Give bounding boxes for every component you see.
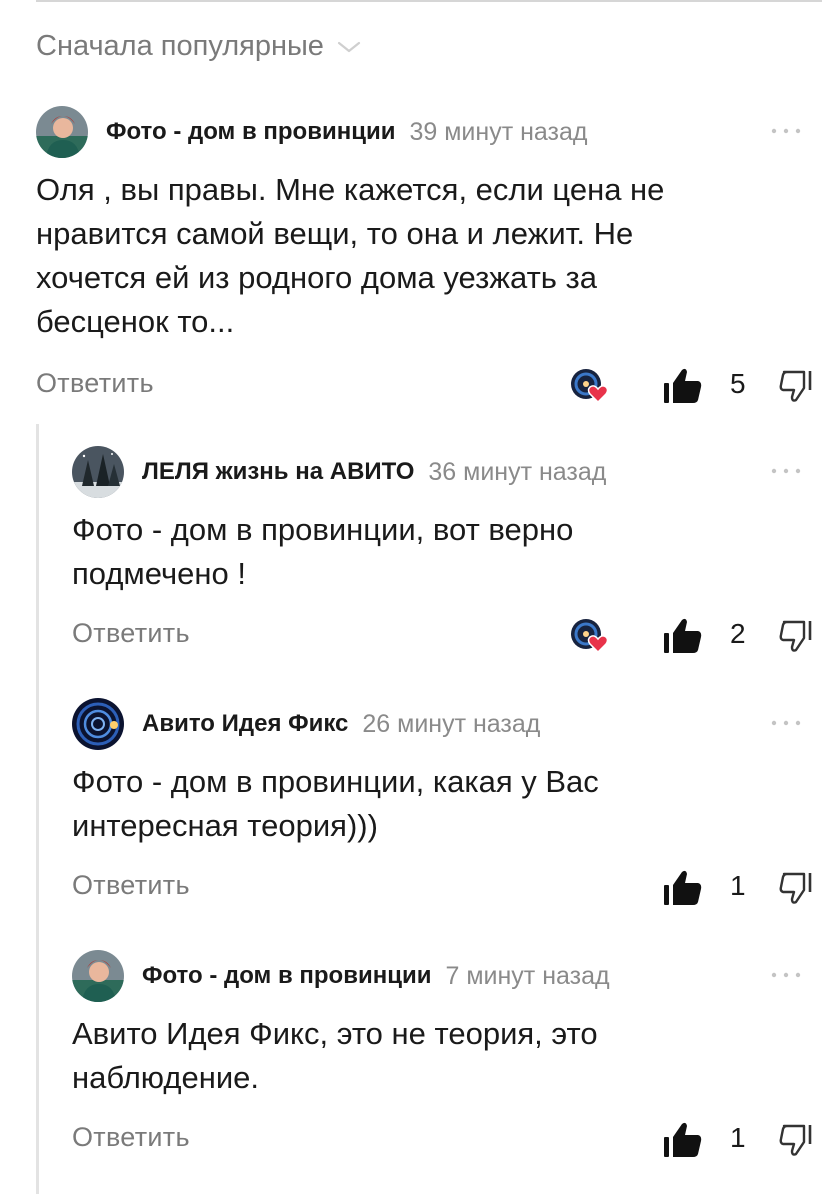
sort-label: Сначала популярные	[36, 30, 324, 62]
comment: Фото - дом в провинции 39 минут назад Ол…	[36, 104, 812, 406]
comment: Фото - дом в провинции 7 минут назад Ави…	[72, 948, 812, 1168]
comment-text: Фото - дом в провинции, какая у Вас инте…	[72, 760, 599, 848]
like-icon[interactable]	[662, 366, 704, 406]
avatar[interactable]	[72, 698, 124, 750]
like-count: 1	[730, 1122, 746, 1153]
comment-line: бесценок то...	[36, 304, 235, 339]
author-liked-heart-icon	[568, 616, 609, 656]
like-icon[interactable]	[662, 868, 704, 908]
comment-author[interactable]: ЛЕЛЯ жизнь на АВИТО	[142, 458, 414, 486]
reply-button[interactable]: Ответить	[36, 368, 154, 399]
comment-time: 7 минут назад	[445, 961, 610, 990]
comment-time: 39 минут назад	[409, 117, 588, 146]
reply-button[interactable]: Ответить	[72, 618, 190, 649]
more-icon[interactable]	[766, 454, 806, 488]
like-icon[interactable]	[662, 1120, 704, 1160]
more-icon[interactable]	[766, 114, 806, 148]
like-count: 5	[730, 368, 746, 399]
dislike-icon[interactable]	[778, 366, 816, 406]
dislike-icon[interactable]	[778, 1120, 816, 1160]
comment-author[interactable]: Фото - дом в провинции	[142, 962, 431, 990]
top-divider	[36, 0, 822, 2]
more-icon[interactable]	[766, 958, 806, 992]
comment-author[interactable]: Фото - дом в провинции	[106, 118, 395, 146]
comment-text: Фото - дом в провинции, вот верно подмеч…	[72, 508, 573, 596]
sort-dropdown[interactable]: Сначала популярные	[36, 30, 362, 63]
more-icon[interactable]	[766, 706, 806, 740]
comment-line: Фото - дом в провинции, вот верно	[72, 512, 574, 547]
author-liked-heart-icon	[568, 366, 609, 406]
comment-author[interactable]: Авито Идея Фикс	[142, 710, 348, 738]
comment-line: Авито Идея Фикс, это не теория, это	[72, 1016, 598, 1051]
like-count: 1	[730, 870, 746, 901]
comment-line: интересная теория)))	[72, 808, 378, 843]
comment-text: Авито Идея Фикс, это не теория, это набл…	[72, 1012, 598, 1100]
comment-line: наблюдение.	[72, 1060, 259, 1095]
comment: Авито Идея Фикс 26 минут назад Фото - до…	[72, 696, 812, 916]
comment-text: Оля , вы правы. Мне кажется, если цена н…	[36, 168, 664, 344]
like-count: 2	[730, 618, 746, 649]
chevron-down-icon	[336, 38, 362, 56]
comment-line: хочется ей из родного дома уезжать за	[36, 260, 597, 295]
comment-line: нравится самой вещи, то она и лежит. Не	[36, 216, 634, 251]
dislike-icon[interactable]	[778, 616, 816, 656]
comment-time: 36 минут назад	[428, 457, 607, 486]
avatar[interactable]	[36, 106, 88, 158]
avatar[interactable]	[72, 950, 124, 1002]
avatar[interactable]	[72, 446, 124, 498]
comment-line: Фото - дом в провинции, какая у Вас	[72, 764, 599, 799]
reply-button[interactable]: Ответить	[72, 870, 190, 901]
comment-line: подмечено !	[72, 556, 246, 591]
reply-button[interactable]: Ответить	[72, 1122, 190, 1153]
dislike-icon[interactable]	[778, 868, 816, 908]
like-icon[interactable]	[662, 616, 704, 656]
reply-thread-line	[36, 424, 39, 1194]
comment-line: Оля , вы правы. Мне кажется, если цена н…	[36, 172, 665, 207]
comment: ЛЕЛЯ жизнь на АВИТО 36 минут назад Фото …	[72, 444, 812, 664]
comment-time: 26 минут назад	[362, 709, 541, 738]
